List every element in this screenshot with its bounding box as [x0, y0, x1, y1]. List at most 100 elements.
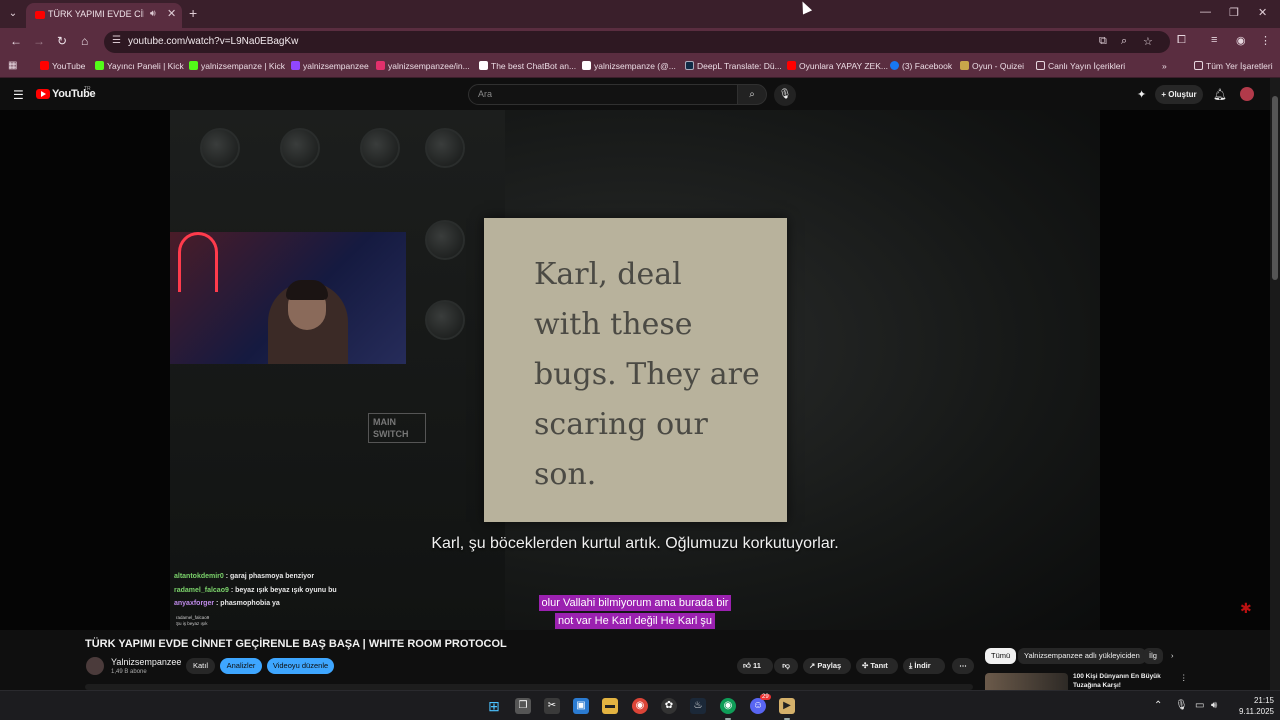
display-icon[interactable]: ▭	[1195, 700, 1204, 711]
page-scrollbar[interactable]	[1270, 78, 1280, 690]
closed-captions: olur Vallahi bilmiyorum ama burada bir n…	[532, 593, 738, 629]
bookmark-deepl[interactable]: DeepL Translate: Dü...	[685, 61, 782, 71]
video-player[interactable]: MAIN SWITCH Karl, deal with these bugs. …	[0, 110, 1270, 630]
site-info-icon[interactable]: ☰	[112, 35, 121, 46]
media-player-icon[interactable]: ▶	[779, 698, 795, 714]
search-icon: ⌕	[749, 89, 755, 100]
chrome-profile-icon[interactable]: ◉	[720, 698, 736, 714]
profile-avatar-icon[interactable]: ◉	[1236, 34, 1246, 47]
kebab-menu-icon[interactable]: ⋮	[1260, 34, 1271, 47]
video-title: TÜRK YAPIMI EVDE CİNNET GEÇİRENLE BAŞ BA…	[85, 638, 507, 650]
bookmark-kick-panel[interactable]: Yayıncı Paneli | Kick	[95, 61, 184, 71]
voice-search-mic-icon[interactable]: 🎙︎	[774, 84, 796, 106]
chat-message: altantokdemir0 : garaj phasmoya benziyor	[174, 573, 315, 580]
restore-icon[interactable]: ❐	[1229, 6, 1239, 19]
caption-line: not var He Karl değil He Karl şu	[554, 613, 716, 629]
youtube-logo-icon[interactable]	[36, 89, 50, 99]
task-view-icon[interactable]: ❐	[515, 698, 531, 714]
back-arrow-icon[interactable]: ←	[10, 34, 22, 48]
chips-next-chevron-icon[interactable]: ›	[1165, 648, 1180, 664]
browser-tab-active[interactable]: TÜRK YAPIMI EVDE CİNNET 🔊︎ ✕	[26, 3, 182, 28]
share-arrow-icon: ↗	[809, 661, 816, 670]
more-bookmarks-chevron-icon[interactable]: »	[1162, 61, 1167, 71]
system-clock[interactable]: 21:15 9.11.2025	[1228, 695, 1274, 717]
bookmark-chatbot[interactable]: The best ChatBot an...	[479, 61, 576, 71]
file-explorer-icon[interactable]: ▬	[602, 698, 618, 714]
bookmark-twitch[interactable]: yalnizsempanzee	[291, 61, 369, 71]
all-bookmarks[interactable]: Tüm Yer İşaretleri	[1194, 61, 1273, 71]
home-icon[interactable]: ⌂	[81, 34, 88, 48]
deepl-icon	[685, 61, 694, 70]
chat-message: radamel_falcao9 : beyaz ışık beyaz ışık …	[174, 586, 337, 594]
search-input[interactable]: Ara	[468, 84, 738, 105]
channel-name[interactable]: Yalnizsempanzee	[111, 657, 181, 667]
scrollbar-thumb[interactable]	[1272, 96, 1278, 280]
related-video-title[interactable]: 100 Kişi Dünyanın En Büyük Tuzağına Karş…	[1073, 672, 1173, 690]
snipping-tool-icon[interactable]: ✂	[544, 698, 560, 714]
bookmark-quizei[interactable]: Oyun - Quizei	[960, 61, 1024, 71]
caption-line: olur Vallahi bilmiyorum ama burada bir	[538, 595, 732, 611]
new-tab-plus-icon[interactable]: +	[189, 5, 197, 21]
bookmark-kick-channel[interactable]: yalnizsempanze | Kick	[189, 61, 285, 71]
discord-icon[interactable]: ☺	[750, 698, 766, 714]
related-more-icon[interactable]: ⋮	[1174, 670, 1194, 686]
dislike-button[interactable]: 👎︎	[774, 658, 798, 674]
promote-button[interactable]: ✣ Tanıt	[856, 658, 898, 674]
speaker-icon[interactable]: 🔊︎	[150, 8, 156, 19]
chip-from-uploader[interactable]: Yalnizsempanzee adlı yükleyiciden	[1018, 648, 1146, 664]
analytics-button[interactable]: Analizler	[220, 658, 262, 674]
steam-icon[interactable]: ♨	[690, 698, 706, 714]
chip-related[interactable]: İlg	[1143, 648, 1163, 664]
bookmark-folder-canli[interactable]: Canlı Yayın İçerikleri	[1036, 61, 1125, 71]
notifications-bell-icon[interactable]: 🔔︎	[1213, 88, 1227, 101]
photos-icon[interactable]: ▣	[573, 698, 589, 714]
share-button[interactable]: ↗ Paylaş	[803, 658, 851, 674]
extensions-puzzle-icon[interactable]: ⧠	[1177, 34, 1186, 47]
minimize-icon[interactable]: —	[1200, 6, 1211, 18]
microphone-icon[interactable]: 🎙︎	[1175, 700, 1188, 711]
download-button[interactable]: ⤓ İndir	[903, 658, 945, 674]
join-button[interactable]: Katıl	[186, 658, 215, 674]
panel-knob	[200, 128, 240, 168]
like-button[interactable]: 👍︎ 11	[737, 658, 773, 674]
create-button[interactable]: + Oluştur	[1155, 85, 1203, 104]
hamburger-menu-icon[interactable]: ☰	[13, 88, 24, 102]
forward-arrow-icon[interactable]: →	[33, 34, 45, 48]
subscriber-count: 1,49 B abone	[111, 669, 147, 675]
media-control-icon[interactable]: ≡	[1211, 34, 1217, 46]
folder-icon	[1036, 61, 1045, 70]
search-button[interactable]: ⌕	[737, 84, 767, 105]
youtube-header: ☰ YouTube TR Ara ⌕ 🎙︎ ✦ + Oluştur 🔔︎	[0, 78, 1280, 110]
apps-grid-icon[interactable]: ▦	[8, 60, 17, 71]
zoom-icon[interactable]: ⌕	[1121, 35, 1127, 48]
windows-start-icon[interactable]: ⊞	[486, 698, 502, 714]
bookmark-instagram[interactable]: yalnizsempanzee/in...	[376, 61, 470, 71]
account-avatar[interactable]	[1240, 87, 1254, 101]
close-tab-icon[interactable]: ✕	[167, 7, 176, 20]
close-window-icon[interactable]: ✕	[1258, 6, 1267, 19]
address-bar[interactable]: ☰ youtube.com/watch?v=L9Na0EBagKw ⧉ ⌕ ☆	[104, 31, 1170, 53]
edit-video-button[interactable]: Videoyu düzenle	[267, 658, 334, 674]
chrome-icon[interactable]: ◉	[632, 698, 648, 714]
chip-all[interactable]: Tümü	[985, 648, 1017, 664]
bookmarks-bar: ▦ YouTube Yayıncı Paneli | Kick yalnizse…	[0, 56, 1280, 78]
bookmark-facebook[interactable]: (3) Facebook	[890, 61, 952, 71]
volume-icon[interactable]: 🔊︎	[1211, 700, 1217, 711]
channel-avatar[interactable]	[86, 657, 104, 675]
install-app-icon[interactable]: ⧉	[1099, 35, 1107, 48]
reload-icon[interactable]: ↻	[57, 34, 67, 48]
youtube-favicon-icon	[35, 11, 45, 19]
bookmark-tiktok[interactable]: yalnizsempanze (@...	[582, 61, 676, 71]
studio-gear-icon[interactable]: ✦	[1137, 88, 1146, 101]
tray-expand-chevron-icon[interactable]: ⌃	[1154, 700, 1162, 711]
more-actions-icon[interactable]: ⋯	[952, 658, 974, 674]
tab-search-chevron-icon[interactable]: ⌄	[4, 5, 22, 23]
bookmark-star-icon[interactable]: ☆	[1143, 35, 1153, 48]
tab-title: TÜRK YAPIMI EVDE CİNNET	[48, 9, 144, 19]
bookmark-youtube[interactable]: YouTube	[40, 61, 85, 71]
bookmark-oyunlara[interactable]: Oyunlara YAPAY ZEK...	[787, 61, 888, 71]
video-info-area: TÜRK YAPIMI EVDE CİNNET GEÇİRENLE BAŞ BA…	[0, 630, 1270, 690]
panel-knob	[425, 220, 465, 260]
related-video-thumbnail[interactable]	[985, 673, 1068, 690]
github-desktop-icon[interactable]: ✿	[661, 698, 677, 714]
